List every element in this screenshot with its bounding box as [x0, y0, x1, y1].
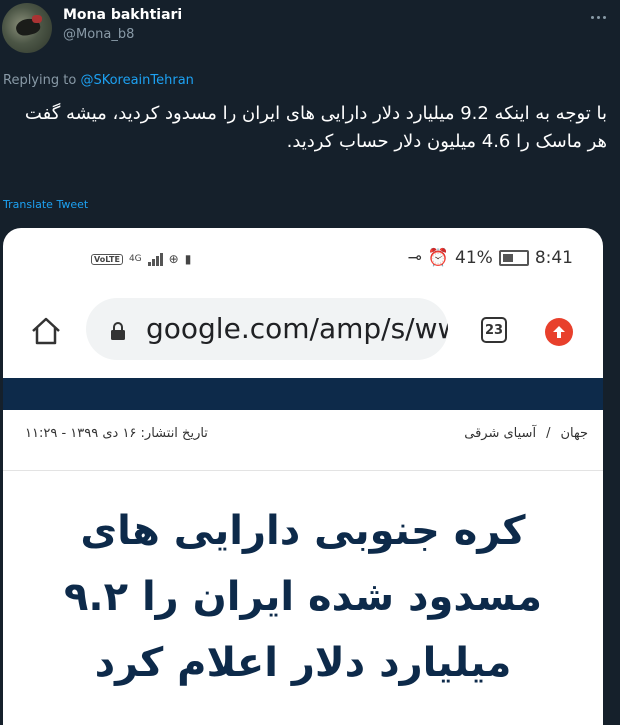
sync-icon: ⊕	[168, 252, 179, 266]
tab-count: 23	[484, 322, 504, 338]
alarm-icon: ⏰	[427, 248, 450, 268]
clock-time: 8:41	[534, 248, 573, 268]
breadcrumb-home[interactable]: جهان	[560, 426, 588, 441]
arrow-up-icon	[553, 326, 565, 338]
avatar[interactable]	[2, 3, 52, 53]
sim-icon: ▮	[184, 252, 192, 266]
tab-switcher-button[interactable]: 23	[481, 317, 507, 343]
avatar-bird-head	[32, 15, 42, 23]
url-text[interactable]: google.com/amp/s/www	[146, 312, 448, 345]
breadcrumb: جهان / آسیای شرقی	[464, 426, 588, 441]
user-handle[interactable]: @Mona_b8	[63, 27, 134, 42]
battery-icon	[498, 250, 529, 266]
translate-tweet-link[interactable]: Translate Tweet	[3, 198, 88, 211]
volte-badge: VoLTE	[91, 253, 123, 265]
replying-to-link[interactable]: @SKoreainTehran	[80, 73, 193, 88]
breadcrumb-section[interactable]: آسیای شرقی	[464, 426, 536, 441]
article-headline: کره جنوبی دارایی های مسدود شده ایران را …	[64, 508, 542, 686]
update-icon[interactable]	[545, 318, 573, 346]
lock-icon	[111, 322, 125, 340]
divider	[3, 470, 603, 471]
replying-to: Replying to @SKoreainTehran	[3, 73, 194, 88]
tweet-text: با توجه به اینکه 9.2 میلیارد دلار دارایی…	[24, 103, 607, 152]
key-icon: ⊸	[407, 248, 422, 268]
signal-icon	[147, 252, 163, 266]
display-name[interactable]: Mona bakhtiari	[63, 7, 182, 23]
battery-percent: 41%	[455, 248, 493, 268]
replying-prefix: Replying to	[3, 73, 77, 88]
article-meta: جهان / آسیای شرقی تاریخ انتشار: ۱۶ دی ۱۳…	[3, 426, 603, 450]
home-icon[interactable]	[31, 317, 61, 345]
attached-image[interactable]: VoLTE 4G ⊕ ▮ ⊸ ⏰ 41% 8:41 google.com/amp…	[3, 228, 603, 725]
publish-date: تاریخ انتشار: ۱۶ دی ۱۳۹۹ - ۱۱:۲۹	[25, 426, 208, 441]
site-header-band	[3, 378, 603, 410]
network-label: 4G	[128, 254, 142, 264]
url-bar[interactable]: google.com/amp/s/www	[86, 298, 448, 360]
breadcrumb-separator: /	[546, 426, 551, 441]
phone-status-bar: VoLTE 4G ⊕ ▮ ⊸ ⏰ 41% 8:41	[3, 228, 603, 284]
more-options-icon[interactable]	[586, 10, 610, 24]
